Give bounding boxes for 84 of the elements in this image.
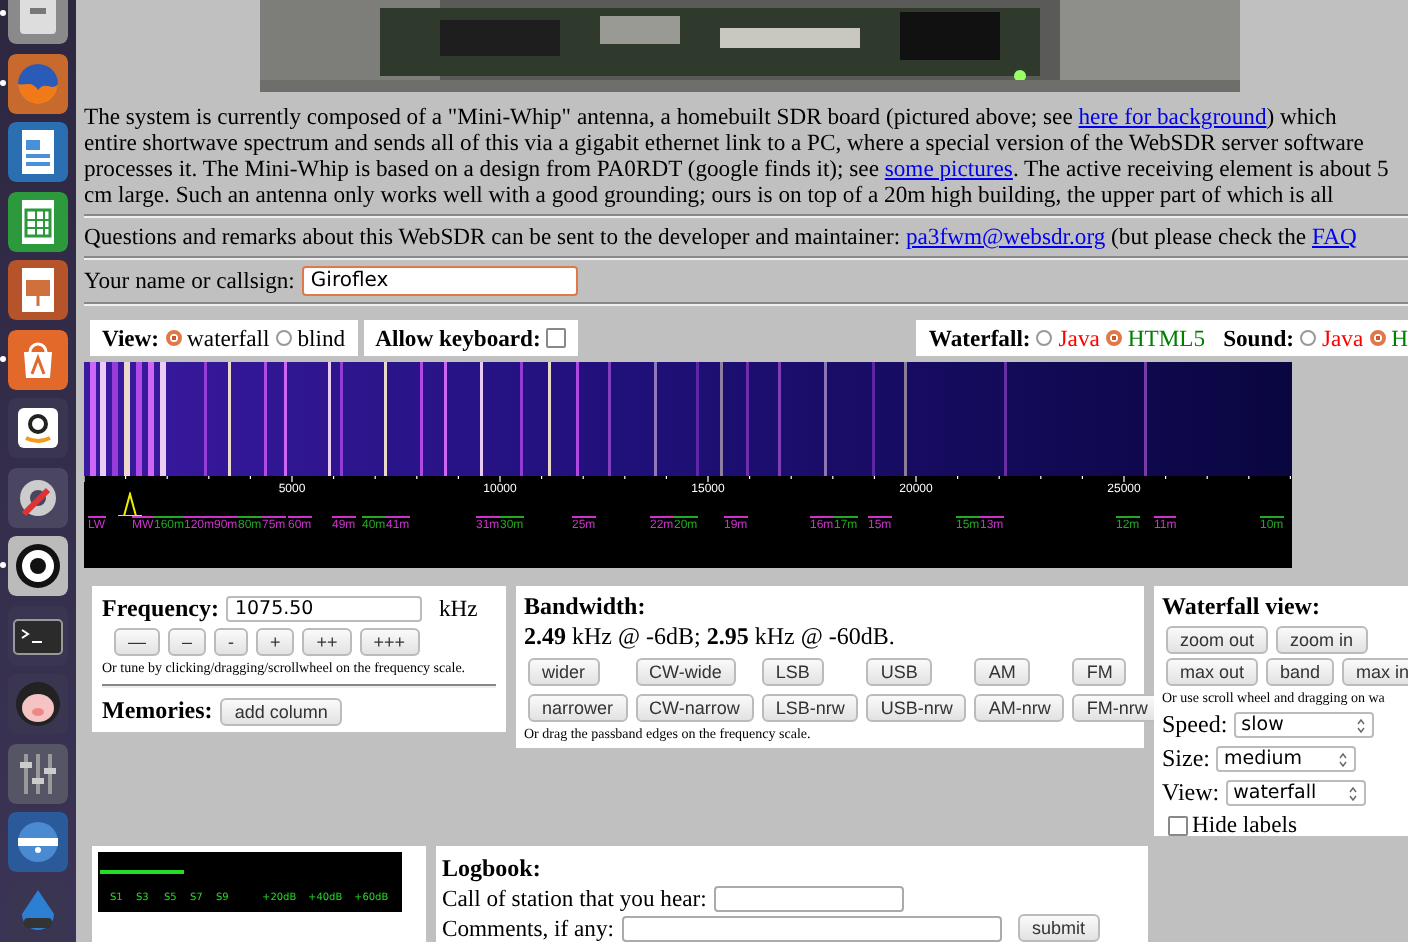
dropdown[interactable]: medium: [1216, 746, 1356, 772]
zoom-button[interactable]: max in: [1342, 658, 1408, 686]
unit-label: kHz: [438, 596, 478, 622]
tune-button[interactable]: –: [168, 628, 207, 656]
intro-paragraph: The system is currently composed of a "Mini-Whip" antenna, a homebuilt SDR board (pictured above; see here for background) which entire shortwave spectrum and sends all of this via a gigabit ethernet link to a PC, where a special version of the WebSDR server software processes it. The Mini-Whip is based on a design from PA0RDT (google finds it); see some pictures. The active receiving element is about 5 cm large. Such an antenna only works well with a good grounding; ours is on top of a 20m high building, the upper part of which is all: [84, 104, 1391, 208]
field-label: Your name or callsign:: [84, 268, 295, 294]
bandwidth-button[interactable]: LSB-nrw: [761, 694, 859, 722]
bandwidth-button[interactable]: AM: [974, 658, 1030, 686]
contact-text: Questions and remarks about this WebSDR can be sent to the developer and maintainer: pa3fwm@websdr.org (but please check the FAQ: [84, 224, 1359, 250]
tune-button[interactable]: —: [114, 628, 160, 656]
bandwidth-button[interactable]: wider: [528, 658, 600, 686]
radio-button[interactable]: [1036, 330, 1053, 346]
text-field[interactable]: [714, 886, 905, 912]
dropdown[interactable]: slow: [1233, 712, 1374, 738]
zoom-button[interactable]: band: [1266, 658, 1335, 686]
link[interactable]: FAQ: [1311, 224, 1357, 250]
frequency-input-field[interactable]: 1075.50: [226, 596, 423, 622]
bandwidth-title: Bandwidth:: [524, 592, 648, 622]
link[interactable]: some pictures: [884, 156, 1013, 182]
zoom-button[interactable]: max out: [1166, 658, 1259, 686]
tune-button[interactable]: +: [256, 628, 295, 656]
passband-marker[interactable]: [116, 492, 144, 516]
option-label: blind: [297, 325, 346, 351]
bandwidth-button[interactable]: narrower: [528, 694, 628, 722]
link[interactable]: here for background: [1078, 104, 1267, 130]
option-label: HTML5: [1127, 325, 1206, 351]
bandwidth-button[interactable]: USB-nrw: [866, 694, 967, 722]
droplet-icon[interactable]: [8, 881, 68, 941]
name-input-field[interactable]: Giroflex: [302, 266, 579, 296]
spreadsheet-icon[interactable]: [8, 191, 68, 251]
add-column-button[interactable]: add column: [220, 697, 342, 725]
bandwidth-button[interactable]: AM-nrw: [974, 694, 1065, 722]
radio-button[interactable]: [165, 330, 182, 346]
bandwidth-button[interactable]: USB: [866, 658, 932, 686]
field-label: Comments, if any:: [442, 915, 614, 941]
cabinet-icon[interactable]: [8, 0, 68, 44]
document-icon[interactable]: [8, 122, 68, 182]
memories-label: Memories:: [102, 696, 213, 726]
checkbox-label: Hide labels: [1192, 812, 1297, 838]
option-label: Java: [1322, 325, 1364, 351]
radio-button[interactable]: [275, 330, 292, 346]
tune-button[interactable]: +++: [359, 628, 420, 656]
bandwidth-button[interactable]: FM: [1072, 658, 1127, 686]
link[interactable]: pa3fwm@websdr.org: [905, 224, 1106, 250]
bandwidth-reading: 2.49 kHz @ -6dB; 2.95 kHz @ -60dB.: [524, 622, 897, 652]
text-field[interactable]: [621, 915, 1002, 941]
sliders-icon[interactable]: [8, 743, 68, 803]
globe-icon[interactable]: [8, 53, 68, 113]
field-label: View:: [1162, 778, 1220, 808]
radio-button[interactable]: [1300, 330, 1317, 346]
updown-icon: [1347, 785, 1358, 801]
zoom-button[interactable]: zoom out: [1166, 626, 1269, 654]
view-label: View:: [102, 325, 160, 351]
field-label: Call of station that you hear:: [442, 886, 707, 912]
updown-icon: [1355, 717, 1366, 733]
tune-button[interactable]: -: [214, 628, 249, 656]
radio-button[interactable]: [1105, 330, 1122, 346]
radio-button[interactable]: [1369, 330, 1386, 346]
presentation-icon[interactable]: [8, 260, 68, 320]
option-label: waterfall: [187, 325, 270, 351]
waterfall-view-title: Waterfall view:: [1162, 592, 1322, 622]
ring-icon[interactable]: [8, 536, 68, 596]
waterfall-label: Waterfall:: [928, 325, 1031, 351]
keyboard-label: Allow keyboard:: [375, 325, 541, 351]
zoom-button[interactable]: zoom in: [1276, 626, 1368, 654]
sound-label: Sound:: [1223, 325, 1295, 351]
checkbox[interactable]: [1168, 815, 1188, 835]
logbook-title: Logbook:: [442, 854, 543, 884]
submit-button[interactable]: submit: [1017, 914, 1099, 942]
dropdown[interactable]: waterfall: [1225, 780, 1366, 806]
shopping-bag-icon[interactable]: [8, 329, 68, 389]
updown-icon: [1338, 751, 1348, 767]
settings-icon[interactable]: [8, 467, 68, 527]
waterfall-drawing[interactable]: [84, 362, 1292, 476]
field-label: Speed:: [1162, 710, 1228, 740]
option-label: H: [1391, 325, 1408, 351]
field-label: Size:: [1162, 744, 1210, 774]
bandwidth-button[interactable]: LSB: [761, 658, 824, 686]
frequency-label: Frequency:: [102, 594, 219, 624]
tune-button[interactable]: ++: [302, 628, 352, 656]
bandwidth-button[interactable]: CW-narrow: [635, 694, 754, 722]
bandwidth-button[interactable]: CW-wide: [635, 658, 736, 686]
checkbox[interactable]: [546, 328, 567, 348]
option-label: Java: [1058, 325, 1100, 351]
